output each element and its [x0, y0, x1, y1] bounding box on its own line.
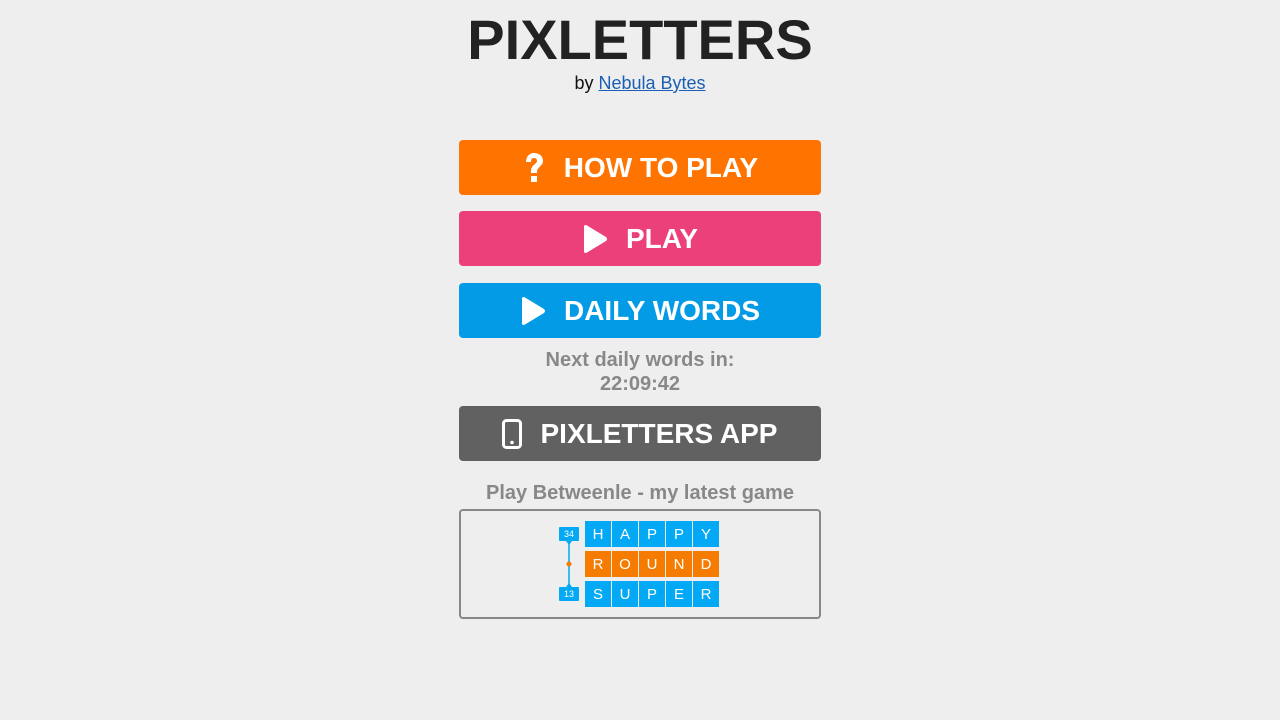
page-title: PIXLETTERS — [467, 8, 813, 71]
byline: by Nebula Bytes — [0, 72, 1280, 94]
next-daily-timer: 22:09:42 — [599, 373, 681, 395]
daily-words-label: DAILY WORDS — [563, 294, 761, 326]
logo-tile: P — [666, 521, 692, 547]
logo-tile: E — [666, 581, 692, 607]
logo-tile: S — [585, 581, 611, 607]
logo-tile: R — [693, 581, 719, 607]
logo-tile: P — [639, 521, 665, 547]
logo-tile: A — [612, 521, 638, 547]
author-link[interactable]: Nebula Bytes — [598, 73, 705, 93]
logo-tile: N — [666, 551, 692, 577]
play-icon — [582, 224, 608, 254]
pixletters-app-label: PIXLETTERS APP — [540, 417, 778, 449]
logo-tile: D — [693, 551, 719, 577]
how-to-play-button[interactable]: HOW TO PLAY — [459, 140, 821, 195]
page: PIXLETTERS by Nebula Bytes HOW TO PLAY P… — [0, 0, 1280, 720]
logo-tile: U — [612, 581, 638, 607]
logo-row-round: R O U N D — [585, 551, 720, 577]
logo-tile: O — [612, 551, 638, 577]
logo-count-bottom: 13 — [559, 587, 579, 601]
logo-row-happy: H A P P Y — [585, 521, 720, 547]
question-icon — [522, 152, 546, 184]
promo-label: Play Betweenle - my latest game — [486, 482, 794, 504]
logo-tile: H — [585, 521, 611, 547]
byline-prefix: by — [574, 73, 594, 93]
logo-tile: P — [639, 581, 665, 607]
daily-words-button[interactable]: DAILY WORDS — [459, 283, 821, 338]
phone-icon — [502, 418, 523, 449]
logo-row-super: S U P E R — [585, 581, 720, 607]
play-button[interactable]: PLAY — [459, 211, 821, 266]
logo-count-top: 34 — [559, 527, 579, 541]
pixletters-app-button[interactable]: PIXLETTERS APP — [459, 406, 821, 461]
logo-tile: U — [639, 551, 665, 577]
betweenle-promo-link[interactable]: 34 13 H A P P Y R O U N D S U P E R — [459, 509, 821, 619]
next-daily-label: Next daily words in: — [545, 349, 735, 371]
logo-tile: Y — [693, 521, 719, 547]
play-label: PLAY — [625, 222, 699, 254]
how-to-play-label: HOW TO PLAY — [563, 151, 759, 183]
betweenle-logo: 34 13 H A P P Y R O U N D S U P E R — [559, 521, 723, 611]
logo-tile: R — [585, 551, 611, 577]
play-icon — [520, 296, 546, 326]
